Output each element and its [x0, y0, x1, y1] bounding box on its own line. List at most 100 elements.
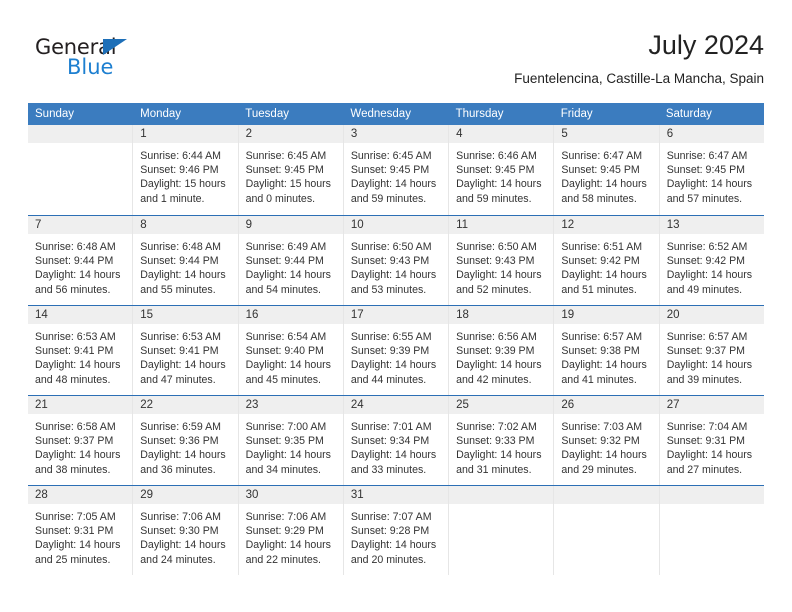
day-details: Sunrise: 7:06 AM Sunset: 9:29 PM Daylight:… [239, 505, 343, 567]
day-number-band: 15 [133, 306, 238, 325]
day-number: 11 [456, 219, 469, 231]
calendar-day-cell[interactable]: 6 Sunrise: 6:47 AM Sunset: 9:45 PM Daylight… [659, 125, 764, 215]
calendar-day-cell-empty [554, 486, 660, 575]
sunset-text: Sunset: 9:36 PM [140, 435, 219, 448]
day-details: Sunrise: 7:05 AM Sunset: 9:31 PM Daylight:… [28, 505, 132, 567]
sunrise-text: Sunrise: 6:48 AM [140, 241, 221, 253]
sunset-text: Sunset: 9:44 PM [245, 255, 324, 268]
calendar-day-cell[interactable]: 26 Sunrise: 7:03 AM Sunset: 9:32 PM Dayligh… [554, 396, 660, 485]
day-details: Sunrise: 7:07 AM Sunset: 9:28 PM Daylight:… [344, 505, 448, 567]
weekday-header-friday: Friday [560, 108, 593, 120]
sunset-text: Sunset: 9:39 PM [350, 345, 430, 358]
day-details: Sunrise: 6:48 AM Sunset: 9:44 PM Daylight:… [28, 235, 132, 297]
daylight-text-line2: and 25 minutes. [35, 553, 111, 566]
day-number-band [659, 486, 764, 505]
calendar-day-cell[interactable]: 13 Sunrise: 6:52 AM Sunset: 9:42 PM Dayligh… [659, 216, 764, 305]
calendar-day-cell[interactable]: 4 Sunrise: 6:46 AM Sunset: 9:45 PM Daylight… [449, 125, 555, 215]
daylight-text-line1: Daylight: 14 hours [561, 449, 647, 462]
daylight-text-line1: Daylight: 14 hours [245, 539, 331, 552]
calendar-day-cell[interactable]: 25 Sunrise: 7:02 AM Sunset: 9:33 PM Dayligh… [449, 396, 555, 485]
calendar-day-cell[interactable]: 1 Sunrise: 6:44 AM Sunset: 9:46 PM Daylight… [133, 125, 239, 215]
daylight-text-line2: and 49 minutes. [666, 283, 743, 296]
calendar-day-cell[interactable]: 16 Sunrise: 6:54 AM Sunset: 9:40 PM Dayligh… [238, 306, 344, 395]
calendar-day-cell[interactable]: 27 Sunrise: 7:04 AM Sunset: 9:31 PM Dayligh… [659, 396, 764, 485]
calendar-day-cell[interactable]: 10 Sunrise: 6:50 AM Sunset: 9:43 PM Dayligh… [343, 216, 450, 305]
calendar-day-cell[interactable]: 18 Sunrise: 6:56 AM Sunset: 9:39 PM Dayligh… [449, 306, 555, 395]
calendar-week-row: 21 Sunrise: 6:58 AM Sunset: 9:37 PM Dayligh… [28, 395, 764, 485]
sunset-text: Sunset: 9:39 PM [456, 345, 535, 358]
calendar-day-cell[interactable]: 23 Sunrise: 7:00 AM Sunset: 9:35 PM Dayligh… [238, 396, 344, 485]
daylight-text-line1: Daylight: 14 hours [561, 178, 647, 191]
daylight-text-line1: Daylight: 14 hours [666, 449, 753, 462]
daylight-text-line1: Daylight: 14 hours [35, 269, 121, 282]
sunrise-text: Sunrise: 7:00 AM [245, 421, 327, 433]
day-number-band: 1 [133, 125, 238, 144]
sunset-text: Sunset: 9:42 PM [561, 255, 640, 268]
calendar-day-cell[interactable]: 8 Sunrise: 6:48 AM Sunset: 9:44 PM Daylight… [133, 216, 239, 305]
day-number: 20 [666, 309, 680, 321]
weekday-header-sunday: Sunday [35, 108, 75, 120]
calendar-day-cell[interactable]: 17 Sunrise: 6:55 AM Sunset: 9:39 PM Dayligh… [343, 306, 450, 395]
calendar-day-cell[interactable]: 19 Sunrise: 6:57 AM Sunset: 9:38 PM Dayligh… [554, 306, 660, 395]
sunrise-text: Sunrise: 6:55 AM [350, 331, 432, 343]
day-details: Sunrise: 7:03 AM Sunset: 9:32 PM Daylight:… [554, 415, 658, 477]
sunrise-text: Sunrise: 7:03 AM [561, 421, 643, 433]
daylight-text-line1: Daylight: 14 hours [456, 359, 542, 372]
calendar-day-cell[interactable]: 22 Sunrise: 6:59 AM Sunset: 9:36 PM Dayligh… [133, 396, 239, 485]
daylight-text-line2: and 59 minutes. [456, 192, 532, 205]
calendar-day-cell[interactable]: 9 Sunrise: 6:49 AM Sunset: 9:44 PM Daylight… [238, 216, 344, 305]
sunset-text: Sunset: 9:37 PM [35, 435, 114, 448]
daylight-text-line1: Daylight: 15 hours [140, 178, 226, 191]
day-details: Sunrise: 6:47 AM Sunset: 9:45 PM Daylight:… [660, 144, 764, 206]
daylight-text-line2: and 24 minutes. [140, 553, 216, 566]
day-number-band: 17 [343, 306, 449, 325]
day-number-band: 24 [343, 396, 449, 415]
daylight-text-line1: Daylight: 14 hours [245, 449, 331, 462]
daylight-text-line1: Daylight: 14 hours [350, 539, 437, 552]
calendar-day-cell[interactable]: 21 Sunrise: 6:58 AM Sunset: 9:37 PM Dayligh… [28, 396, 134, 485]
day-number: 29 [140, 489, 154, 501]
day-number-band: 9 [238, 216, 343, 235]
sunrise-text: Sunrise: 6:57 AM [666, 331, 748, 343]
daylight-text-line1: Daylight: 14 hours [350, 178, 437, 191]
calendar-day-cell[interactable]: 3 Sunrise: 6:45 AM Sunset: 9:45 PM Daylight… [343, 125, 450, 215]
day-number: 12 [561, 219, 575, 231]
day-number-band: 22 [133, 396, 238, 415]
sunrise-text: Sunrise: 7:06 AM [245, 511, 327, 523]
day-number-band: 21 [28, 396, 133, 415]
calendar-day-cell[interactable]: 11 Sunrise: 6:50 AM Sunset: 9:43 PM Dayligh… [449, 216, 555, 305]
calendar-day-cell[interactable]: 28 Sunrise: 7:05 AM Sunset: 9:31 PM Dayligh… [28, 486, 134, 575]
day-details: Sunrise: 6:48 AM Sunset: 9:44 PM Daylight:… [133, 235, 237, 297]
weekday-header-saturday: Saturday [665, 108, 712, 120]
calendar-day-cell[interactable]: 15 Sunrise: 6:53 AM Sunset: 9:41 PM Dayligh… [133, 306, 239, 395]
calendar-day-cell[interactable]: 31 Sunrise: 7:07 AM Sunset: 9:28 PM Dayligh… [343, 486, 450, 575]
generalblue-logo[interactable]: General Blue [35, 36, 185, 88]
day-number-band: 25 [449, 396, 554, 415]
calendar-day-cell[interactable]: 2 Sunrise: 6:45 AM Sunset: 9:45 PM Daylight… [238, 125, 344, 215]
calendar-day-cell[interactable]: 12 Sunrise: 6:51 AM Sunset: 9:42 PM Dayligh… [554, 216, 660, 305]
calendar-day-cell[interactable]: 7 Sunrise: 6:48 AM Sunset: 9:44 PM Daylight… [28, 216, 134, 305]
calendar-week-row: 14 Sunrise: 6:53 AM Sunset: 9:41 PM Dayligh… [28, 305, 764, 395]
calendar-day-cell[interactable]: 14 Sunrise: 6:53 AM Sunset: 9:41 PM Dayligh… [28, 306, 134, 395]
calendar-day-cell[interactable]: 30 Sunrise: 7:06 AM Sunset: 9:29 PM Dayligh… [238, 486, 344, 575]
daylight-text-line2: and 59 minutes. [350, 192, 427, 205]
calendar-day-cell[interactable]: 20 Sunrise: 6:57 AM Sunset: 9:37 PM Dayligh… [659, 306, 764, 395]
daylight-text-line1: Daylight: 14 hours [456, 269, 542, 282]
calendar-day-cell[interactable]: 24 Sunrise: 7:01 AM Sunset: 9:34 PM Dayligh… [343, 396, 450, 485]
daylight-text-line2: and 41 minutes. [561, 373, 637, 386]
page-header: General Blue July 2024 Fuentelencina, Ca… [28, 28, 764, 96]
day-details: Sunrise: 7:04 AM Sunset: 9:31 PM Daylight:… [660, 415, 764, 477]
sunset-text: Sunset: 9:38 PM [561, 345, 640, 358]
day-number-band: 10 [343, 216, 449, 235]
sunset-text: Sunset: 9:45 PM [666, 164, 746, 177]
sunrise-text: Sunrise: 6:54 AM [245, 331, 327, 343]
daylight-text-line2: and 57 minutes. [666, 192, 743, 205]
calendar-page: General Blue July 2024 Fuentelencina, Ca… [0, 0, 792, 612]
day-number-band: 28 [28, 486, 133, 505]
calendar-day-cell[interactable]: 5 Sunrise: 6:47 AM Sunset: 9:45 PM Daylight… [554, 125, 660, 215]
calendar-day-cell-empty [449, 486, 555, 575]
day-number: 23 [245, 399, 259, 411]
day-details: Sunrise: 7:06 AM Sunset: 9:30 PM Daylight:… [133, 505, 237, 567]
day-details: Sunrise: 6:50 AM Sunset: 9:43 PM Daylight:… [344, 235, 448, 297]
calendar-day-cell[interactable]: 29 Sunrise: 7:06 AM Sunset: 9:30 PM Dayligh… [133, 486, 239, 575]
